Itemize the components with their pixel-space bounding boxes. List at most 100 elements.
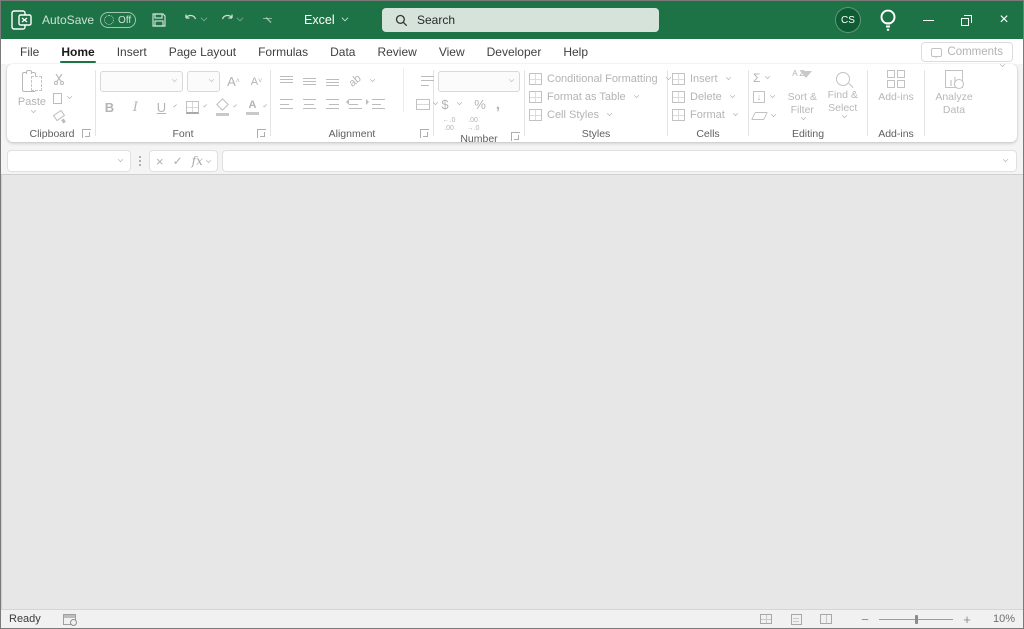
copy-button[interactable] bbox=[53, 90, 73, 105]
italic-button[interactable]: I bbox=[126, 98, 145, 117]
account-avatar[interactable]: CS bbox=[835, 7, 861, 33]
accounting-format-button[interactable]: $ bbox=[438, 97, 452, 112]
number-dialog-launcher[interactable] bbox=[511, 132, 520, 142]
alignment-dialog-launcher[interactable] bbox=[420, 129, 429, 138]
orientation-dropdown-icon[interactable] bbox=[369, 76, 376, 82]
middle-align-button[interactable] bbox=[298, 73, 320, 89]
cancel-button[interactable]: × bbox=[156, 154, 164, 169]
page-layout-view-button[interactable] bbox=[781, 611, 811, 628]
font-name-combobox[interactable] bbox=[100, 71, 184, 92]
app-name-switcher[interactable]: Excel bbox=[304, 13, 349, 27]
save-button[interactable] bbox=[146, 7, 172, 33]
redo-dropdown-icon[interactable] bbox=[236, 14, 244, 22]
tab-formulas[interactable]: Formulas bbox=[247, 39, 319, 64]
conditional-formatting-button[interactable]: Conditional Formatting bbox=[529, 73, 671, 85]
paste-dropdown-icon[interactable] bbox=[30, 107, 37, 114]
cut-button[interactable] bbox=[53, 72, 72, 86]
autosum-dropdown-icon[interactable] bbox=[765, 73, 771, 79]
minimize-button[interactable] bbox=[909, 1, 947, 39]
format-cells-dropdown-icon[interactable] bbox=[732, 110, 738, 116]
fill-dropdown-icon[interactable] bbox=[769, 92, 776, 98]
tab-developer[interactable]: Developer bbox=[476, 39, 553, 64]
comments-button[interactable]: Comments bbox=[921, 42, 1013, 62]
zoom-slider[interactable] bbox=[879, 614, 953, 625]
copy-dropdown-icon[interactable] bbox=[66, 93, 73, 99]
normal-view-button[interactable] bbox=[751, 611, 781, 628]
delete-cells-dropdown-icon[interactable] bbox=[729, 92, 735, 98]
name-box-dropdown-icon[interactable] bbox=[117, 156, 124, 162]
format-as-table-button[interactable]: Format as Table bbox=[529, 91, 671, 103]
clear-button[interactable] bbox=[751, 109, 777, 123]
number-format-combobox[interactable] bbox=[438, 71, 520, 92]
bottom-align-button[interactable] bbox=[321, 73, 343, 89]
tab-page-layout[interactable]: Page Layout bbox=[158, 39, 247, 64]
tab-home[interactable]: Home bbox=[50, 39, 105, 64]
zoom-in-button[interactable]: + bbox=[961, 612, 973, 627]
align-right-button[interactable] bbox=[321, 96, 343, 112]
autosave-toggle[interactable]: Off bbox=[100, 12, 137, 28]
tab-data[interactable]: Data bbox=[319, 39, 366, 64]
decrease-indent-button[interactable] bbox=[344, 96, 366, 112]
zoom-slider-handle[interactable] bbox=[914, 614, 918, 624]
increase-font-size-button[interactable]: A ˄ bbox=[224, 72, 243, 91]
comma-style-button[interactable]: , bbox=[492, 96, 504, 113]
undo-button[interactable] bbox=[182, 7, 208, 33]
insert-function-button[interactable]: fx bbox=[192, 154, 212, 168]
name-box[interactable] bbox=[7, 150, 131, 172]
tab-file[interactable]: File bbox=[9, 39, 50, 64]
find-select-button[interactable]: Find & Select bbox=[823, 68, 864, 120]
delete-cells-button[interactable]: Delete bbox=[672, 91, 738, 103]
borders-dropdown-icon[interactable] bbox=[203, 103, 207, 108]
center-button[interactable] bbox=[298, 96, 320, 112]
tab-view[interactable]: View bbox=[428, 39, 476, 64]
fill-color-button[interactable] bbox=[213, 98, 232, 117]
expand-formula-bar-icon[interactable] bbox=[1002, 156, 1009, 162]
autosum-button[interactable]: Σ bbox=[753, 71, 776, 85]
borders-button[interactable] bbox=[183, 98, 202, 117]
restore-button[interactable] bbox=[947, 1, 985, 39]
page-break-preview-button[interactable] bbox=[811, 611, 841, 628]
zoom-out-button[interactable]: − bbox=[859, 612, 871, 627]
fill-button[interactable]: ↓ bbox=[753, 90, 776, 104]
formula-bar-grip-icon[interactable] bbox=[135, 156, 145, 166]
tab-help[interactable]: Help bbox=[552, 39, 599, 64]
percent-style-button[interactable]: % bbox=[470, 97, 490, 112]
close-button[interactable]: × bbox=[985, 1, 1023, 39]
accounting-dropdown-icon[interactable] bbox=[456, 99, 463, 106]
zoom-level[interactable]: 10% bbox=[981, 613, 1015, 625]
cell-styles-button[interactable]: Cell Styles bbox=[529, 109, 671, 121]
search-input[interactable]: Search bbox=[382, 8, 659, 32]
decrease-decimal-button[interactable]: .00 →.0 bbox=[462, 117, 484, 133]
format-cells-button[interactable]: Format bbox=[672, 109, 738, 121]
insert-cells-button[interactable]: Insert bbox=[672, 73, 738, 85]
bold-button[interactable]: B bbox=[100, 98, 119, 117]
analyze-data-button[interactable]: Analyze Data bbox=[932, 68, 976, 117]
coming-soon-button[interactable] bbox=[875, 7, 901, 33]
add-ins-button[interactable]: Add-ins bbox=[874, 68, 918, 104]
underline-dropdown-icon[interactable] bbox=[173, 103, 177, 108]
fill-color-dropdown-icon[interactable] bbox=[233, 103, 237, 108]
increase-decimal-button[interactable]: ←.0.00 bbox=[438, 117, 460, 133]
tab-review[interactable]: Review bbox=[366, 39, 427, 64]
clear-dropdown-icon[interactable] bbox=[770, 111, 777, 117]
customize-quick-access-toolbar-button[interactable] bbox=[254, 7, 280, 33]
accessibility-checker-icon[interactable] bbox=[62, 613, 77, 626]
font-size-combobox[interactable] bbox=[187, 71, 220, 92]
clipboard-dialog-launcher[interactable] bbox=[82, 129, 91, 138]
format-painter-button[interactable] bbox=[53, 110, 72, 124]
sort-filter-button[interactable]: A Z Sort & Filter bbox=[782, 68, 823, 122]
increase-indent-button[interactable] bbox=[366, 96, 389, 112]
insert-function-dropdown-icon[interactable] bbox=[205, 157, 212, 164]
enter-button[interactable]: ✓ bbox=[173, 154, 183, 168]
font-color-dropdown-icon[interactable] bbox=[263, 103, 267, 108]
top-align-button[interactable] bbox=[275, 73, 297, 89]
underline-button[interactable]: U bbox=[152, 98, 171, 117]
decrease-font-size-button[interactable]: A ˅ bbox=[247, 72, 266, 91]
font-color-button[interactable]: A bbox=[243, 98, 262, 117]
format-as-table-dropdown-icon[interactable] bbox=[633, 92, 639, 98]
insert-cells-dropdown-icon[interactable] bbox=[725, 74, 731, 80]
font-dialog-launcher[interactable] bbox=[257, 129, 266, 138]
undo-dropdown-icon[interactable] bbox=[200, 14, 208, 22]
excel-app-icon[interactable] bbox=[11, 10, 32, 30]
redo-button[interactable] bbox=[218, 7, 244, 33]
